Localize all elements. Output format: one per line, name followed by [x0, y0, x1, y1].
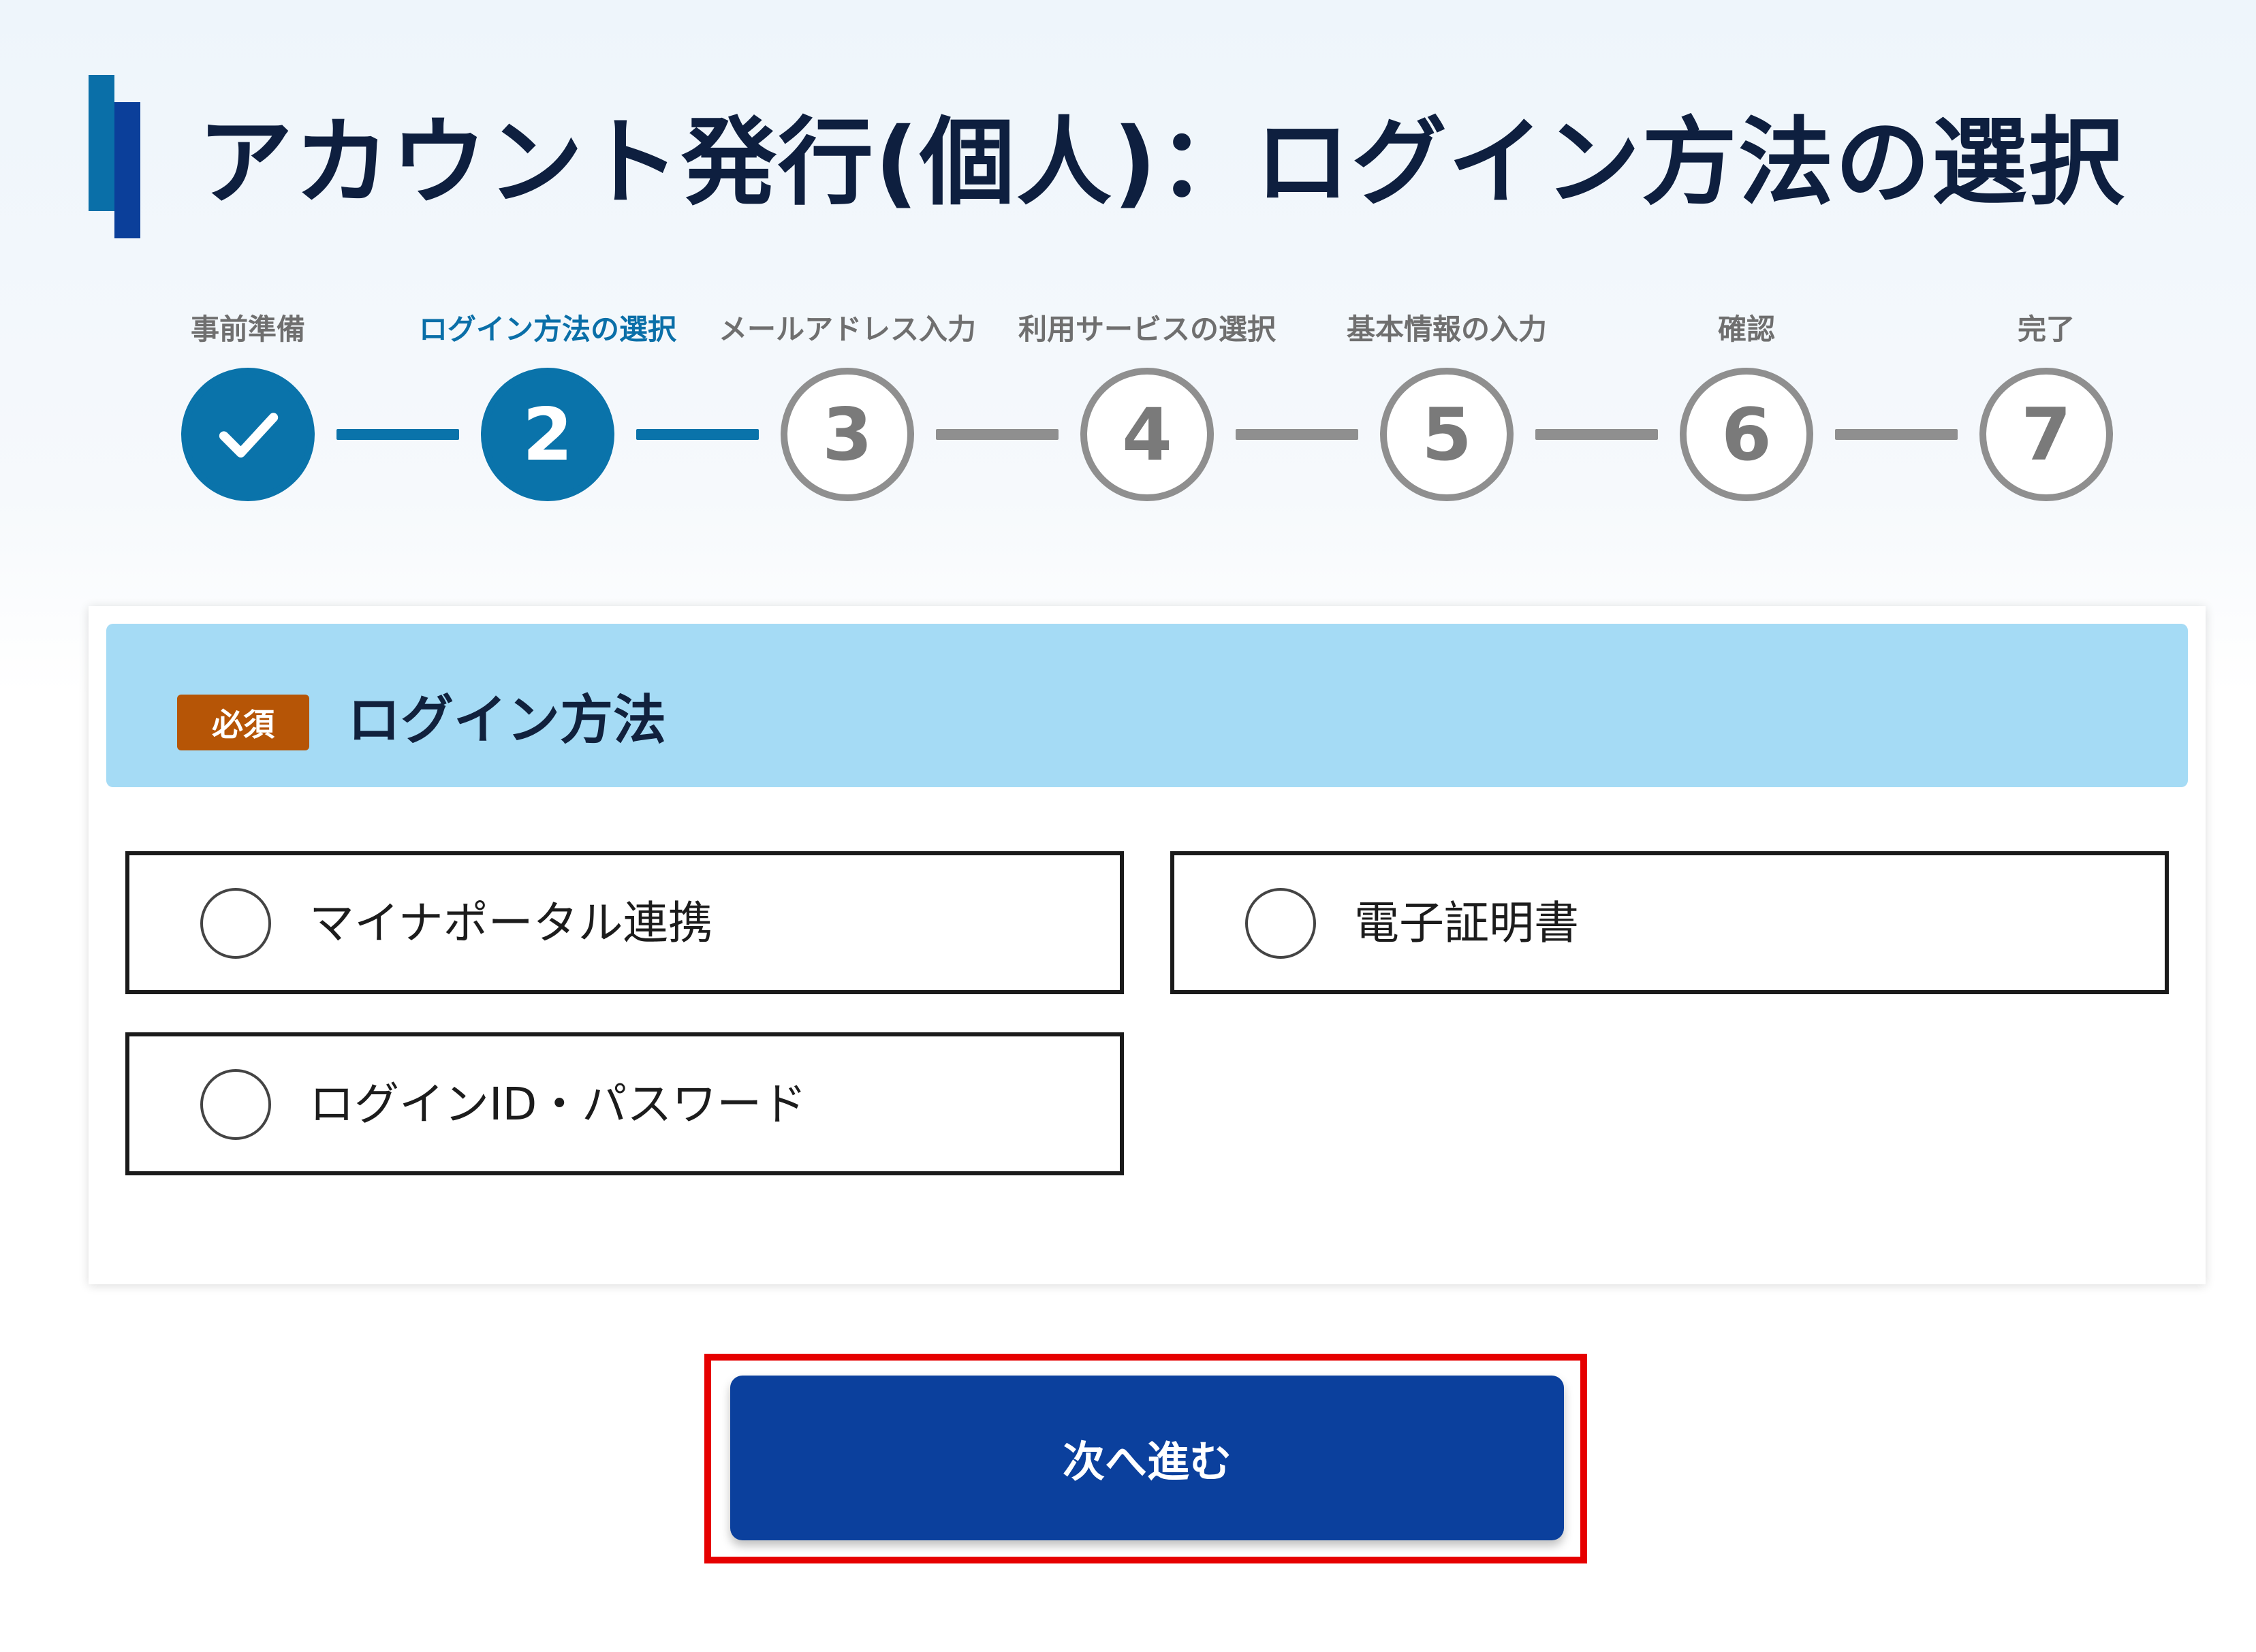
step-connector-2 — [636, 429, 759, 440]
step-circle-4: 4 — [1080, 368, 1214, 501]
step-label-3: メールアドレス入力 — [718, 313, 976, 346]
section-header: 必須 ログイン方法 — [106, 624, 2188, 787]
option-label: 電子証明書 — [1354, 897, 1579, 949]
title-accent-bar-right — [114, 102, 140, 238]
login-method-card: 必須 ログイン方法 マイナポータル連携 電子証明書 ログインID・パスワード — [89, 606, 2206, 1284]
step-label-2: ログイン方法の選択 — [418, 313, 676, 346]
checkmark-icon — [219, 413, 279, 458]
step-label-5: 基本情報の入力 — [1346, 313, 1547, 346]
progress-stepper: 事前準備 ログイン方法の選択 メールアドレス入力 利用サービスの選択 基本情報の… — [0, 293, 2256, 518]
radio-button[interactable] — [1245, 888, 1316, 959]
next-button[interactable]: 次へ進む — [730, 1376, 1564, 1540]
radio-button[interactable] — [200, 1069, 271, 1140]
step-label-4: 利用サービスの選択 — [1018, 313, 1276, 346]
page-title: アカウント発行(個人)：ログイン方法の選択 — [198, 108, 2125, 219]
step-connector-5 — [1535, 429, 1658, 440]
step-connector-6 — [1835, 429, 1958, 440]
step-label-1: 事前準備 — [190, 313, 305, 346]
required-badge: 必須 — [177, 695, 309, 750]
step-connector-3 — [936, 429, 1059, 440]
option-myna-portal[interactable]: マイナポータル連携 — [125, 851, 1124, 994]
step-circle-6: 6 — [1680, 368, 1813, 501]
step-connector-4 — [1236, 429, 1358, 440]
step-label-6: 確認 — [1717, 313, 1775, 346]
option-digital-certificate[interactable]: 電子証明書 — [1170, 851, 2169, 994]
step-circle-5: 5 — [1380, 368, 1514, 501]
step-circle-2: 2 — [481, 368, 614, 501]
step-circle-1 — [181, 368, 315, 501]
title-accent-mark — [89, 75, 140, 238]
step-circle-3: 3 — [781, 368, 914, 501]
title-accent-bar-left — [89, 75, 114, 211]
step-connector-1 — [336, 429, 459, 440]
section-title: ログイン方法 — [347, 690, 667, 751]
step-circle-7: 7 — [1979, 368, 2113, 501]
radio-button[interactable] — [200, 888, 271, 959]
option-label: ログインID・パスワード — [309, 1078, 807, 1130]
option-label: マイナポータル連携 — [309, 897, 713, 949]
step-label-7: 完了 — [2017, 313, 2075, 346]
option-login-id-password[interactable]: ログインID・パスワード — [125, 1032, 1124, 1175]
